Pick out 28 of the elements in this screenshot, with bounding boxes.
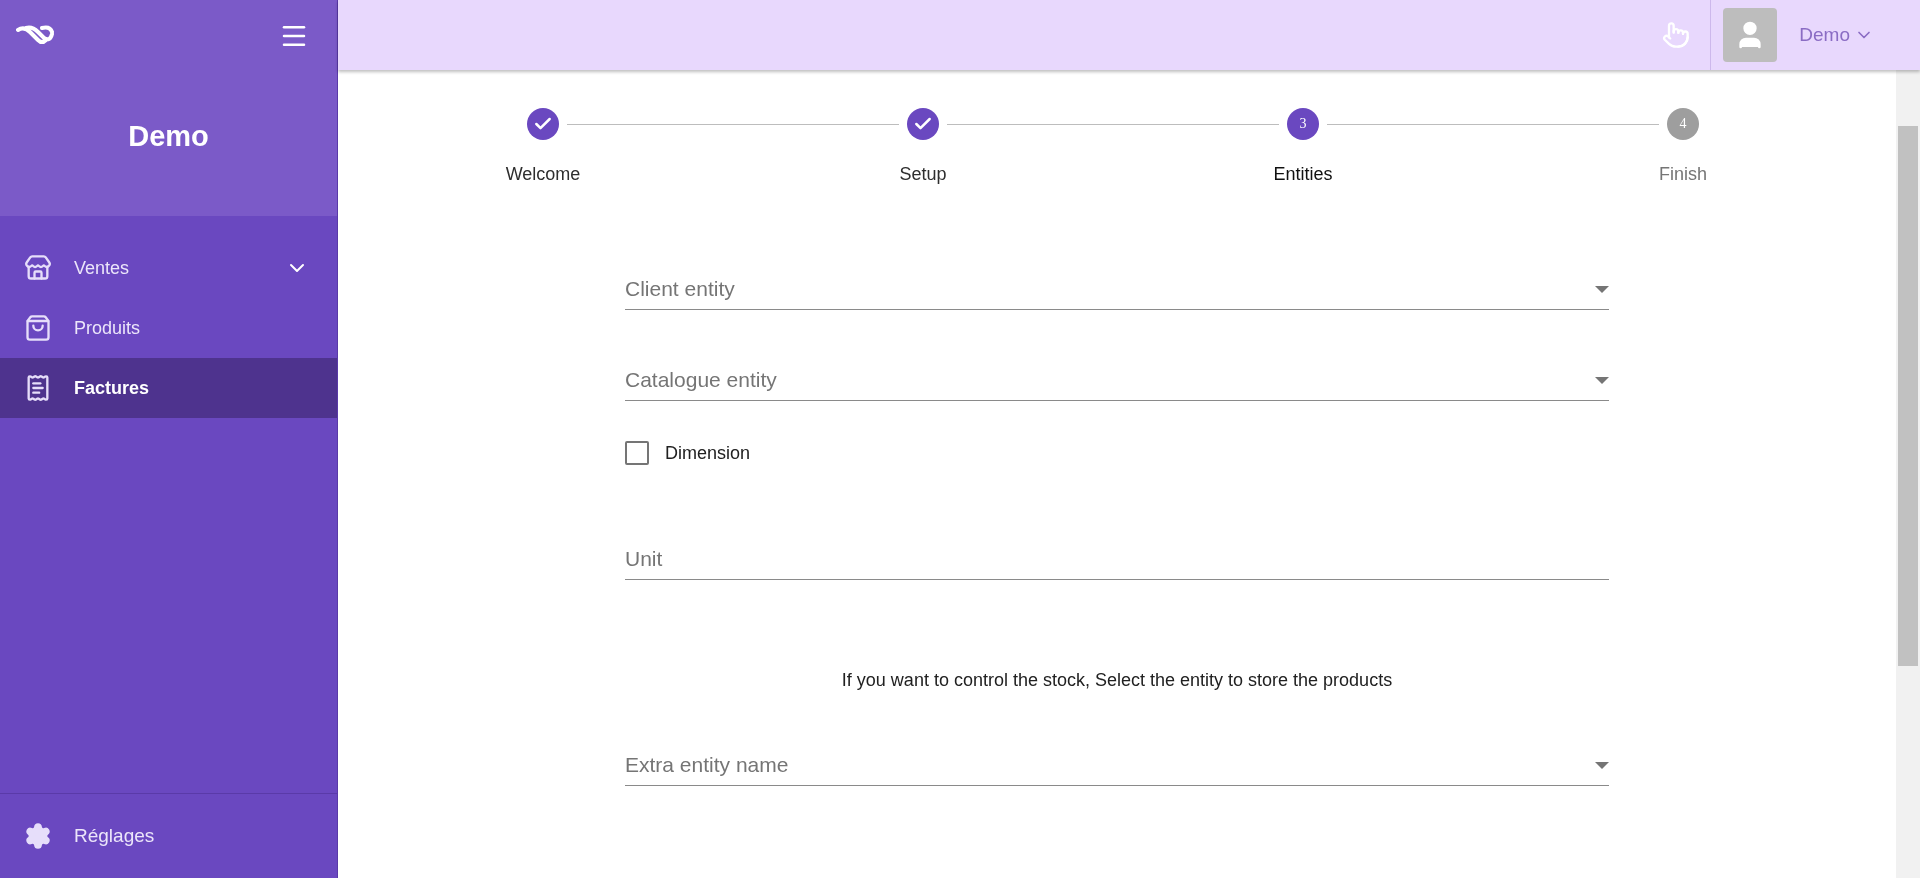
step-label: Welcome <box>505 164 581 185</box>
settings-item[interactable]: Réglages <box>0 793 337 878</box>
step-label: Entities <box>1273 164 1333 185</box>
dropdown-arrow-icon <box>1595 376 1609 384</box>
nav-item[interactable]: Produits <box>0 298 337 358</box>
step-circle: 3 <box>1287 108 1319 140</box>
step-label: Setup <box>899 164 947 185</box>
avatar[interactable] <box>1723 8 1778 62</box>
step-label: Finish <box>1659 164 1707 185</box>
select-field[interactable]: Extra entity name <box>625 745 1609 786</box>
dropdown-arrow-icon <box>1595 285 1609 293</box>
nav-item[interactable]: Factures <box>0 358 337 418</box>
checkbox[interactable] <box>625 441 649 465</box>
nav-item[interactable]: Ventes <box>0 238 337 298</box>
store-icon <box>24 254 52 282</box>
touch-icon[interactable] <box>1662 21 1691 49</box>
user-menu-button[interactable]: Demo <box>1777 24 1920 46</box>
step-circle: 4 <box>1667 108 1699 140</box>
select-field[interactable]: Client entity <box>625 269 1609 310</box>
sidebar-title: Demo <box>127 120 210 153</box>
shopping-bag-icon <box>24 314 52 342</box>
dropdown-arrow-icon <box>1595 761 1609 769</box>
scrollbar[interactable] <box>1896 70 1920 878</box>
input-field[interactable]: Unit <box>625 539 1609 580</box>
checkbox-label: Dimension <box>665 442 751 464</box>
receipt-icon <box>24 374 52 402</box>
select-field[interactable]: Catalogue entity <box>625 360 1609 401</box>
stock-hint: If you want to control the stock, Select the entity to store the products <box>840 670 1394 691</box>
